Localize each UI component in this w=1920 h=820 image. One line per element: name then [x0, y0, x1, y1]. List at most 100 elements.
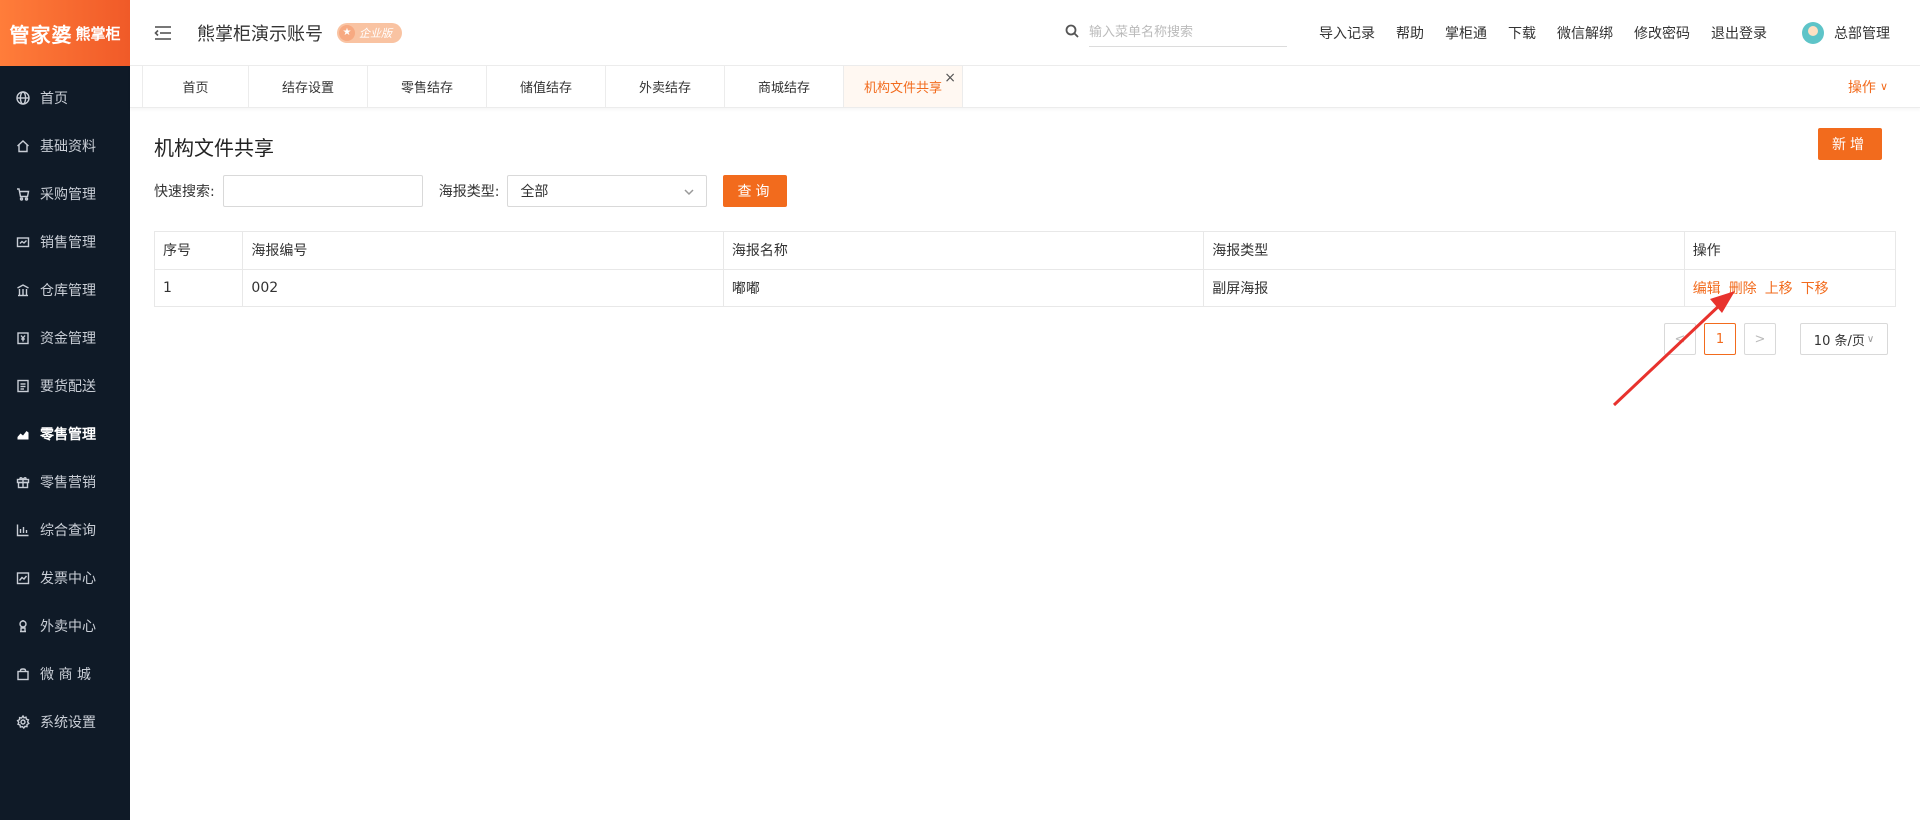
gear-icon — [16, 715, 30, 729]
user-menu[interactable]: 总部管理 — [1802, 21, 1890, 44]
search-icon[interactable] — [1065, 23, 1079, 42]
sidebar-item-label: 销售管理 — [40, 235, 96, 251]
tab-mall-balance[interactable]: 商城结存 — [725, 66, 844, 107]
tab-label: 首页 — [182, 81, 209, 96]
download-link[interactable]: 下载 — [1508, 23, 1536, 43]
help-link[interactable]: 帮助 — [1396, 23, 1424, 43]
top-header: 熊掌柜演示账号 ★ 企业版 导入记录 帮助 掌柜通 下载 微信解绑 修改密码 退… — [130, 0, 1920, 66]
edition-badge: ★ 企业版 — [337, 22, 402, 43]
chevron-down-icon: ∨ — [1879, 80, 1888, 93]
table-row[interactable]: 1 002 嘟嘟 副屏海报 编辑 删除 上移 下移 — [155, 269, 1895, 306]
sidebar-item-label: 采购管理 — [40, 187, 96, 203]
edition-label: 企业版 — [359, 26, 392, 40]
filter-bar: 快速搜索: 海报类型: 全部 查询 — [154, 175, 1896, 207]
sidebar-item-delivery[interactable]: 要货配送 — [0, 362, 130, 410]
chevron-down-icon — [684, 185, 694, 196]
page-size-select[interactable]: 10 条/页 ∨ — [1800, 323, 1888, 355]
header-links: 导入记录 帮助 掌柜通 下载 微信解绑 修改密码 退出登录 — [1319, 23, 1788, 43]
wechat-unbind-link[interactable]: 微信解绑 — [1557, 23, 1613, 43]
sidebar-item-query[interactable]: 综合查询 — [0, 506, 130, 554]
bar-chart-icon — [16, 523, 30, 537]
sidebar-item-label: 仓库管理 — [40, 283, 96, 299]
tab-retail-balance[interactable]: 零售结存 — [368, 66, 487, 107]
tab-label: 储值结存 — [519, 81, 572, 96]
prev-page-button[interactable]: < — [1664, 323, 1696, 355]
sidebar-item-label: 资金管理 — [40, 331, 96, 347]
tab-label: 商城结存 — [757, 81, 810, 96]
edit-link[interactable]: 编辑 — [1693, 281, 1721, 297]
sidebar-item-retail[interactable]: 零售管理 — [0, 410, 130, 458]
logout-link[interactable]: 退出登录 — [1711, 23, 1767, 43]
quick-search-input[interactable] — [222, 175, 423, 207]
sidebar-item-funds[interactable]: 资金管理 — [0, 314, 130, 362]
account-name: 熊掌柜演示账号 — [197, 23, 323, 45]
tab-ops-label: 操作 — [1847, 79, 1876, 96]
cell-poster-type: 副屏海报 — [1203, 269, 1685, 306]
sidebar-item-warehouse[interactable]: 仓库管理 — [0, 266, 130, 314]
sidebar-item-label: 要货配送 — [40, 379, 96, 395]
sidebar-item-label: 零售管理 — [40, 427, 96, 443]
tab-home[interactable]: 首页 — [142, 66, 249, 107]
poster-type-select[interactable]: 全部 — [507, 175, 708, 207]
sidebar-item-sales[interactable]: 销售管理 — [0, 218, 130, 266]
table-header-row: 序号 海报编号 海报名称 海报类型 操作 — [155, 232, 1895, 270]
poster-table: 序号 海报编号 海报名称 海报类型 操作 1 002 嘟嘟 副屏海报 编辑 删除上… — [154, 231, 1896, 307]
sidebar-item-marketing[interactable]: 零售营销 — [0, 458, 130, 506]
page-title: 机构文件共享 — [154, 136, 274, 160]
sidebar-nav: 首页 基础资料 采购管理 销售管理 仓库管理 资金管理 要货配送 零售管理 零售… — [0, 66, 130, 746]
page-tabs: 首页 结存设置 零售结存 储值结存 外卖结存 商城结存 机构文件共享 × 操作 … — [130, 66, 1920, 108]
chevron-down-icon: ∨ — [1866, 333, 1875, 345]
pagination: < 1 > 10 条/页 ∨ — [154, 323, 1896, 355]
home-icon — [16, 139, 30, 153]
query-button[interactable]: 查询 — [723, 175, 788, 207]
sidebar-item-takeout[interactable]: 外卖中心 — [0, 602, 130, 650]
main-content: 机构文件共享 新增 快速搜索: 海报类型: 全部 查询 序号 海报编号 海报名称… — [154, 108, 1896, 355]
sidebar-item-mall[interactable]: 微 商 城 — [0, 650, 130, 698]
sidebar-item-home[interactable]: 首页 — [0, 74, 130, 122]
move-down-link[interactable]: 下移 — [1801, 281, 1829, 297]
sidebar-item-basic-data[interactable]: 基础资料 — [0, 122, 130, 170]
next-page-button[interactable]: > — [1744, 323, 1776, 355]
sidebar-item-label: 微 商 城 — [40, 667, 91, 683]
sidebar-item-label: 零售营销 — [40, 475, 96, 491]
tab-org-file-share[interactable]: 机构文件共享 × — [844, 66, 963, 107]
takeout-icon — [16, 619, 30, 633]
sidebar-item-label: 外卖中心 — [40, 619, 96, 635]
cell-poster-name: 嘟嘟 — [723, 269, 1205, 306]
col-index: 序号 — [155, 232, 244, 270]
brand-main: 管家婆 — [9, 22, 73, 47]
sidebar: 管家婆 熊掌柜 首页 基础资料 采购管理 销售管理 仓库管理 资金管理 要货配送… — [0, 0, 130, 820]
tab-operations-dropdown[interactable]: 操作 ∨ — [1848, 66, 1888, 107]
zhangguitong-link[interactable]: 掌柜通 — [1445, 23, 1487, 43]
col-poster-type: 海报类型 — [1203, 232, 1685, 270]
tab-stored-value-balance[interactable]: 储值结存 — [487, 66, 606, 107]
page-size-value: 10 条/页 — [1813, 333, 1865, 349]
menu-search — [1065, 18, 1287, 47]
change-password-link[interactable]: 修改密码 — [1634, 23, 1690, 43]
tab-balance-settings[interactable]: 结存设置 — [249, 66, 368, 107]
sidebar-item-invoice[interactable]: 发票中心 — [0, 554, 130, 602]
tab-takeout-balance[interactable]: 外卖结存 — [606, 66, 725, 107]
menu-search-input[interactable] — [1089, 18, 1287, 47]
cell-actions: 编辑 删除 上移 下移 — [1684, 269, 1895, 306]
delete-link[interactable]: 删除 — [1729, 281, 1757, 297]
avatar — [1802, 21, 1824, 44]
sidebar-item-label: 发票中心 — [40, 571, 96, 587]
page-1-button[interactable]: 1 — [1704, 323, 1736, 355]
import-records-link[interactable]: 导入记录 — [1319, 23, 1375, 43]
close-icon[interactable]: × — [944, 70, 956, 86]
menu-collapse-icon[interactable] — [153, 23, 173, 43]
sidebar-item-label: 首页 — [40, 91, 68, 107]
move-up-link[interactable]: 上移 — [1765, 281, 1793, 297]
cart-icon — [16, 187, 30, 201]
star-icon: ★ — [339, 24, 355, 41]
sidebar-item-purchase[interactable]: 采购管理 — [0, 170, 130, 218]
col-poster-code: 海报编号 — [242, 232, 724, 270]
add-button[interactable]: 新增 — [1818, 128, 1882, 160]
poster-type-label: 海报类型: — [438, 184, 500, 200]
brand-logo[interactable]: 管家婆 熊掌柜 — [0, 0, 130, 66]
shop-icon — [16, 667, 30, 681]
sidebar-item-settings[interactable]: 系统设置 — [0, 698, 130, 746]
tab-label: 机构文件共享 — [863, 81, 942, 96]
sidebar-item-label: 综合查询 — [40, 523, 96, 539]
